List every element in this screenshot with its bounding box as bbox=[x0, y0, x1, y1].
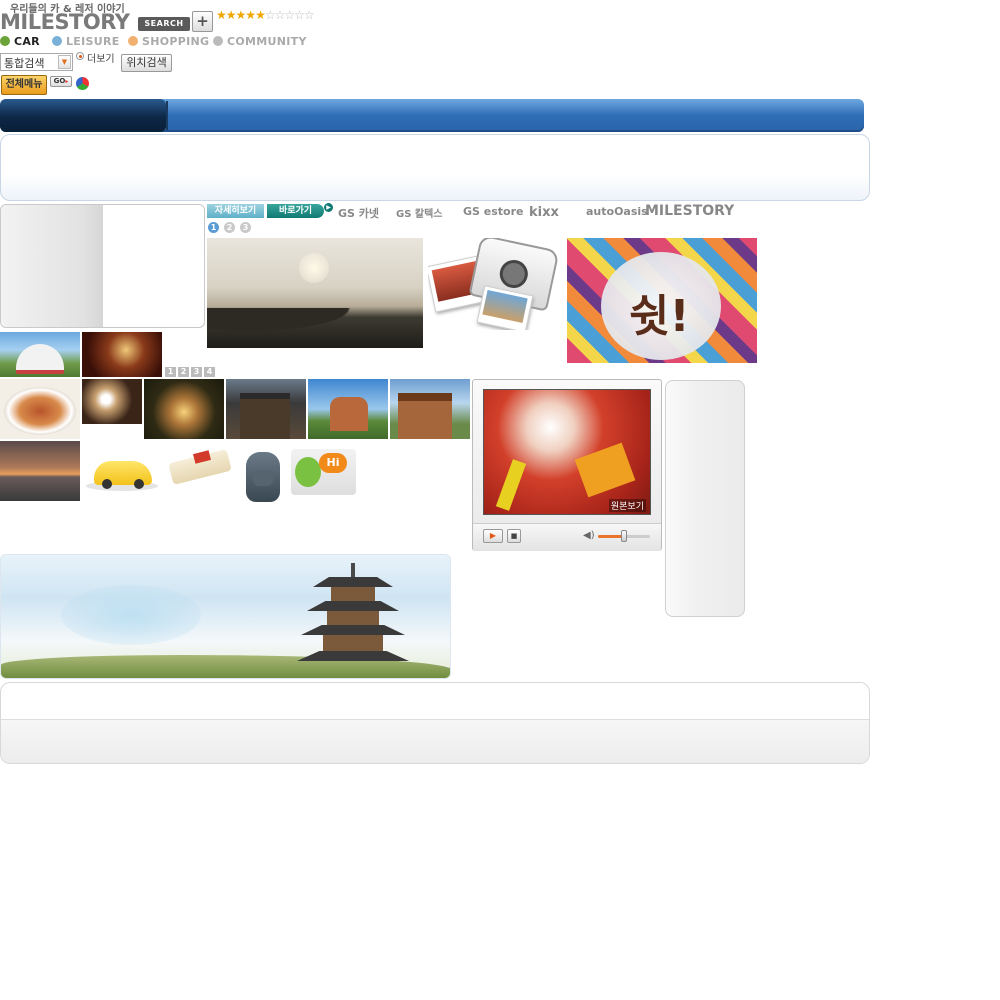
castle-photo[interactable] bbox=[308, 379, 388, 439]
brand-link[interactable]: GS estore bbox=[463, 205, 524, 218]
search-scope-value: 통합검색 bbox=[4, 57, 45, 70]
nav-item-shopping[interactable]: SHOPPING bbox=[128, 35, 209, 48]
backpack-icon[interactable] bbox=[240, 446, 286, 506]
stop-button[interactable]: ■ bbox=[507, 529, 521, 543]
star-empty-icon: ☆ bbox=[294, 8, 305, 22]
nav-dot-icon bbox=[128, 36, 138, 46]
star-empty-icon: ☆ bbox=[303, 8, 315, 22]
sea-sunset-photo[interactable] bbox=[0, 441, 80, 501]
all-menu-button[interactable]: 전체메뉴 bbox=[1, 75, 47, 95]
more-checkbox[interactable] bbox=[76, 52, 84, 60]
yellow-car-icon[interactable] bbox=[82, 441, 162, 496]
shout-promo-banner[interactable]: 쉿! bbox=[567, 238, 757, 363]
right-side-panel bbox=[665, 380, 745, 617]
star-filled-icon: ★ bbox=[245, 8, 256, 22]
footer-lower bbox=[1, 720, 869, 763]
shout-text: 쉿! bbox=[629, 291, 690, 342]
instant-camera-image[interactable] bbox=[428, 238, 562, 330]
left-info-panel bbox=[0, 204, 205, 328]
brand-link[interactable]: autoOasis bbox=[586, 205, 648, 218]
thumb-page-button[interactable]: 4 bbox=[204, 367, 215, 377]
go-button[interactable]: GO▸ bbox=[50, 76, 72, 87]
pagoda-banner[interactable] bbox=[0, 554, 451, 679]
chevron-down-icon[interactable]: ▼ bbox=[58, 55, 71, 69]
nav-dot-icon bbox=[213, 36, 223, 46]
nav-item-label: COMMUNITY bbox=[227, 35, 307, 48]
logo[interactable]: MILESTORY bbox=[0, 10, 130, 34]
thumb-page-button[interactable]: 1 bbox=[165, 367, 176, 377]
food-photo[interactable] bbox=[0, 379, 80, 439]
nav-item-community[interactable]: COMMUNITY bbox=[213, 35, 307, 48]
go-label: GO bbox=[53, 77, 66, 85]
nav-item-car[interactable]: CAR bbox=[0, 35, 40, 48]
video-screen[interactable]: 원본보기 bbox=[483, 389, 651, 515]
arrow-right-icon: ▶ bbox=[324, 203, 333, 212]
wooden-house-photo[interactable] bbox=[390, 379, 470, 439]
weather-icon[interactable] bbox=[76, 77, 89, 90]
yurt-photo[interactable] bbox=[0, 332, 80, 377]
plus-button[interactable]: + bbox=[192, 11, 213, 32]
left-panel-shade bbox=[1, 205, 103, 327]
nav-dot-icon bbox=[0, 36, 10, 46]
star-empty-icon: ☆ bbox=[274, 8, 286, 22]
menu-bar-divider bbox=[166, 101, 168, 130]
brand-link[interactable]: GS 칼텍스 bbox=[396, 205, 443, 220]
thumb-page-button[interactable]: 2 bbox=[178, 367, 189, 377]
building-night-photo[interactable] bbox=[226, 379, 306, 439]
brand-link[interactable]: GS 카넷 bbox=[338, 205, 379, 221]
shortcut-button[interactable]: 바로가기 bbox=[267, 204, 324, 218]
search-scope-select[interactable]: 통합검색 ▼ bbox=[0, 53, 73, 71]
play-button[interactable]: ▶ bbox=[483, 529, 503, 543]
location-search-button[interactable]: 위치검색 bbox=[121, 54, 172, 72]
star-filled-icon: ★ bbox=[216, 8, 227, 22]
star-filled-icon: ★ bbox=[225, 8, 237, 22]
rating-stars: ★★★★★☆☆☆☆☆ bbox=[216, 8, 315, 22]
star-empty-icon: ☆ bbox=[284, 8, 295, 22]
submenu-panel bbox=[0, 134, 870, 201]
volume-slider[interactable] bbox=[598, 530, 650, 542]
dancer-photo[interactable] bbox=[82, 332, 162, 377]
star-empty-icon: ☆ bbox=[264, 8, 276, 22]
nav-dot-icon bbox=[52, 36, 62, 46]
volume-knob[interactable] bbox=[621, 530, 627, 542]
brand-link[interactable]: kixx bbox=[529, 205, 559, 220]
nav-item-leisure[interactable]: LEISURE bbox=[52, 35, 120, 48]
promo-page-button[interactable]: 1 bbox=[208, 222, 219, 233]
footer-panel bbox=[0, 682, 870, 764]
hi-chat-icon[interactable]: Hi bbox=[291, 449, 356, 495]
nav-item-label: LEISURE bbox=[66, 35, 120, 48]
nav-item-label: CAR bbox=[14, 35, 40, 48]
more-label[interactable]: 더보기 bbox=[87, 50, 115, 65]
main-menu-active-tab[interactable] bbox=[0, 99, 166, 132]
night-garden-photo[interactable] bbox=[144, 379, 224, 439]
thumb-page-button[interactable]: 3 bbox=[191, 367, 202, 377]
original-view-button[interactable]: 원본보기 bbox=[608, 499, 646, 512]
brand-link[interactable]: MILESTORY bbox=[645, 203, 734, 219]
star-filled-icon: ★ bbox=[235, 8, 247, 22]
dishes-photo[interactable] bbox=[82, 379, 142, 424]
search-button[interactable]: SEARCH bbox=[138, 17, 190, 31]
sunset-mountain-photo[interactable] bbox=[207, 238, 423, 348]
promo-page-button[interactable]: 3 bbox=[240, 222, 251, 233]
nav-item-label: SHOPPING bbox=[142, 35, 210, 48]
detail-button[interactable]: 자세히보기 bbox=[207, 204, 264, 218]
star-filled-icon: ★ bbox=[255, 8, 266, 22]
speaker-icon[interactable]: ◀) bbox=[583, 530, 595, 541]
arrow-right-icon: ▸ bbox=[65, 78, 69, 85]
promo-page-button[interactable]: 2 bbox=[224, 222, 235, 233]
map-scroll-icon[interactable] bbox=[164, 446, 236, 488]
